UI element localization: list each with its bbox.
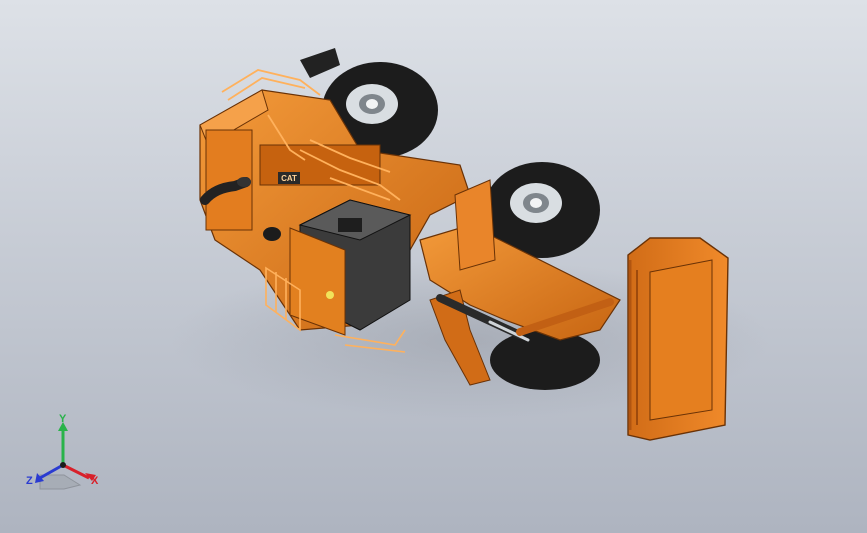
filler-cap[interactable] xyxy=(263,227,281,241)
loader-model[interactable]: CAT xyxy=(0,0,867,533)
roof-bracket xyxy=(300,48,340,78)
3d-viewport[interactable]: CAT Y X Z xyxy=(0,0,867,533)
x-axis-label: X xyxy=(91,475,99,487)
orientation-triad[interactable]: Y X Z xyxy=(22,413,112,495)
z-axis-label: Z xyxy=(26,475,33,487)
front-lower-tire[interactable] xyxy=(490,330,600,390)
y-axis-label: Y xyxy=(59,413,67,425)
bucket[interactable] xyxy=(627,237,729,441)
brand-badge-text: CAT xyxy=(281,174,297,183)
